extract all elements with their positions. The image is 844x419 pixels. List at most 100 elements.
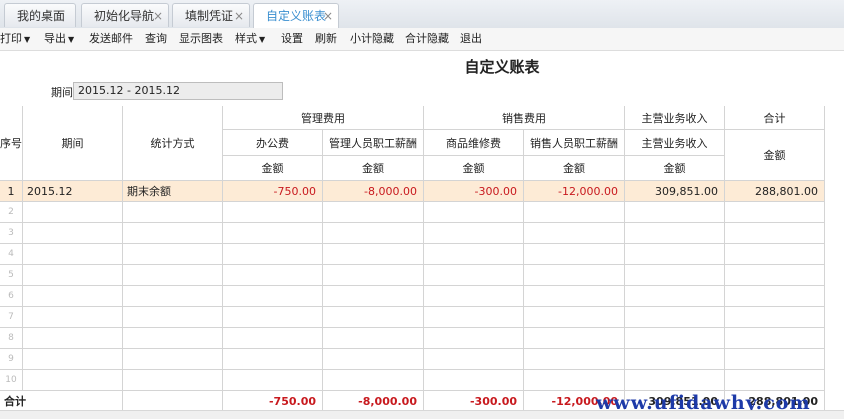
cell-seq[interactable]: 8	[0, 328, 23, 349]
tab-init-guide[interactable]: 初始化导航 ×	[81, 3, 169, 27]
cell-empty[interactable]	[625, 307, 725, 328]
settings-button[interactable]: 设置	[281, 31, 303, 47]
cell-empty[interactable]	[323, 223, 424, 244]
query-button[interactable]: 查询	[145, 31, 167, 47]
cell-empty[interactable]	[23, 370, 123, 391]
cell-empty[interactable]	[524, 307, 625, 328]
print-button[interactable]: 打印 ▼	[0, 31, 30, 47]
cell-empty[interactable]	[123, 244, 223, 265]
cell-empty[interactable]	[223, 202, 323, 223]
cell-empty[interactable]	[625, 370, 725, 391]
cell-empty[interactable]	[424, 307, 524, 328]
subtotal-hide-button[interactable]: 小计隐藏	[350, 31, 394, 47]
cell-empty[interactable]	[524, 349, 625, 370]
cell-empty[interactable]	[123, 265, 223, 286]
cell-empty[interactable]	[524, 328, 625, 349]
cell-empty[interactable]	[123, 349, 223, 370]
cell-empty[interactable]	[424, 244, 524, 265]
cell-empty[interactable]	[23, 265, 123, 286]
cell-empty[interactable]	[625, 349, 725, 370]
cell-empty[interactable]	[123, 286, 223, 307]
cell-empty[interactable]	[625, 265, 725, 286]
cell-empty[interactable]	[725, 286, 825, 307]
cell-method[interactable]: 期末余额	[123, 181, 223, 202]
export-button[interactable]: 导出 ▼	[44, 31, 74, 47]
cell-empty[interactable]	[223, 328, 323, 349]
cell-empty[interactable]	[625, 244, 725, 265]
cell-main-income[interactable]: 309,851.00	[625, 181, 725, 202]
cell-empty[interactable]	[323, 349, 424, 370]
cell-empty[interactable]	[223, 370, 323, 391]
cell-empty[interactable]	[424, 328, 524, 349]
close-icon[interactable]: ×	[323, 4, 333, 28]
cell-empty[interactable]	[323, 244, 424, 265]
cell-empty[interactable]	[123, 223, 223, 244]
close-icon[interactable]: ×	[234, 4, 244, 28]
cell-seq[interactable]: 4	[0, 244, 23, 265]
cell-empty[interactable]	[725, 223, 825, 244]
cell-empty[interactable]	[123, 307, 223, 328]
cell-empty[interactable]	[424, 370, 524, 391]
style-button[interactable]: 样式 ▼	[235, 31, 265, 47]
cell-empty[interactable]	[323, 265, 424, 286]
tab-voucher-entry[interactable]: 填制凭证 ×	[172, 3, 250, 27]
cell-empty[interactable]	[323, 307, 424, 328]
exit-button[interactable]: 退出	[460, 31, 482, 47]
tab-my-desktop[interactable]: 我的桌面	[4, 3, 76, 27]
cell-seq[interactable]: 1	[0, 181, 23, 202]
send-mail-button[interactable]: 发送邮件	[89, 31, 133, 47]
cell-empty[interactable]	[725, 244, 825, 265]
cell-empty[interactable]	[625, 202, 725, 223]
cell-empty[interactable]	[323, 286, 424, 307]
cell-seq[interactable]: 2	[0, 202, 23, 223]
total-hide-button[interactable]: 合计隐藏	[405, 31, 449, 47]
cell-empty[interactable]	[424, 349, 524, 370]
cell-empty[interactable]	[424, 202, 524, 223]
cell-empty[interactable]	[725, 328, 825, 349]
cell-empty[interactable]	[223, 307, 323, 328]
cell-empty[interactable]	[524, 202, 625, 223]
cell-seq[interactable]: 10	[0, 370, 23, 391]
cell-sales-salary[interactable]: -12,000.00	[524, 181, 625, 202]
cell-empty[interactable]	[323, 202, 424, 223]
cell-empty[interactable]	[725, 349, 825, 370]
cell-empty[interactable]	[725, 265, 825, 286]
cell-empty[interactable]	[625, 328, 725, 349]
cell-empty[interactable]	[23, 202, 123, 223]
cell-empty[interactable]	[524, 286, 625, 307]
cell-mgmt-salary[interactable]: -8,000.00	[323, 181, 424, 202]
cell-empty[interactable]	[725, 370, 825, 391]
cell-empty[interactable]	[323, 328, 424, 349]
cell-empty[interactable]	[23, 286, 123, 307]
cell-empty[interactable]	[23, 349, 123, 370]
cell-empty[interactable]	[223, 223, 323, 244]
cell-total[interactable]: 288,801.00	[725, 181, 825, 202]
cell-seq[interactable]: 7	[0, 307, 23, 328]
cell-goods-repair[interactable]: -300.00	[424, 181, 524, 202]
cell-seq[interactable]: 3	[0, 223, 23, 244]
cell-empty[interactable]	[23, 223, 123, 244]
cell-empty[interactable]	[223, 349, 323, 370]
cell-empty[interactable]	[123, 328, 223, 349]
cell-empty[interactable]	[524, 244, 625, 265]
cell-empty[interactable]	[123, 370, 223, 391]
cell-office[interactable]: -750.00	[223, 181, 323, 202]
cell-empty[interactable]	[725, 307, 825, 328]
cell-empty[interactable]	[424, 286, 524, 307]
cell-empty[interactable]	[323, 370, 424, 391]
cell-empty[interactable]	[524, 223, 625, 244]
cell-empty[interactable]	[524, 265, 625, 286]
show-chart-button[interactable]: 显示图表	[179, 31, 223, 47]
cell-empty[interactable]	[424, 223, 524, 244]
close-icon[interactable]: ×	[153, 4, 163, 28]
cell-empty[interactable]	[223, 265, 323, 286]
cell-empty[interactable]	[725, 202, 825, 223]
cell-empty[interactable]	[625, 286, 725, 307]
cell-empty[interactable]	[524, 370, 625, 391]
cell-empty[interactable]	[223, 286, 323, 307]
tab-custom-report[interactable]: 自定义账表 ×	[253, 3, 339, 29]
cell-empty[interactable]	[625, 223, 725, 244]
cell-empty[interactable]	[424, 265, 524, 286]
cell-period[interactable]: 2015.12	[23, 181, 123, 202]
cell-empty[interactable]	[223, 244, 323, 265]
